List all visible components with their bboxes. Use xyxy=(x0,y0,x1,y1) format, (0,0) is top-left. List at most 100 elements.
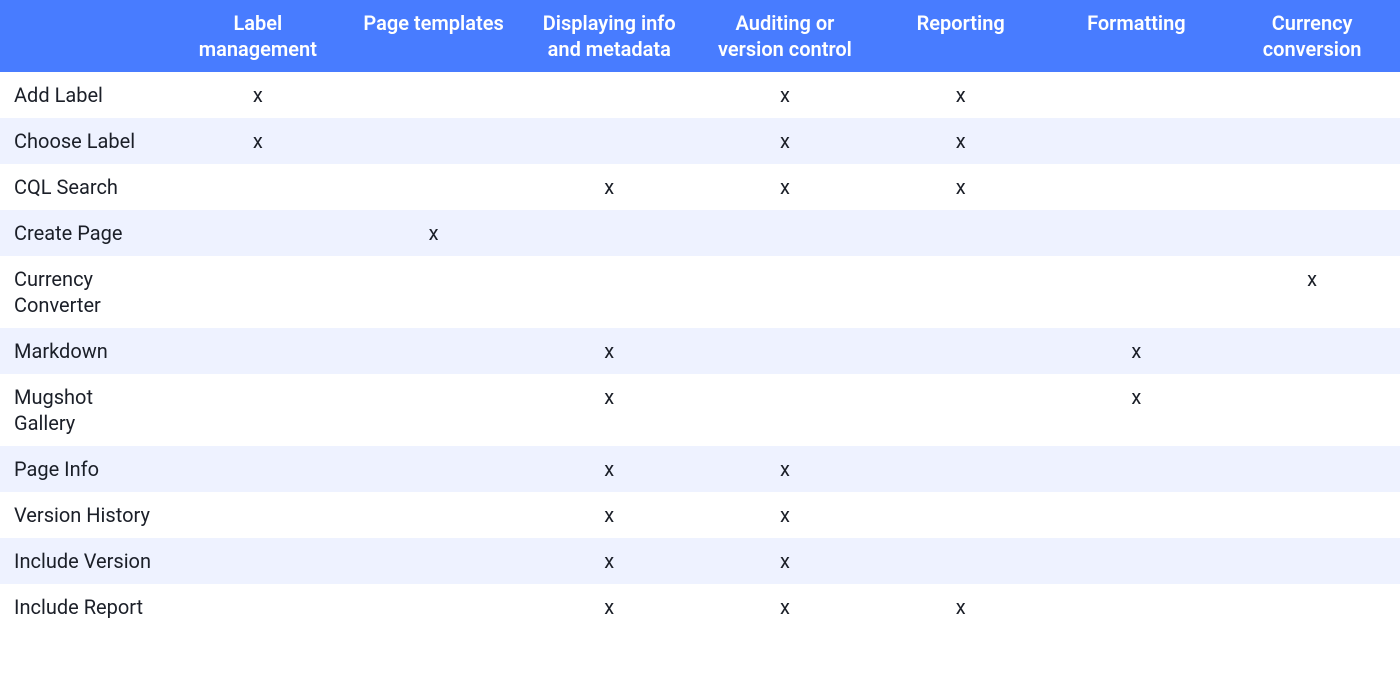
feature-cell xyxy=(1224,118,1400,164)
feature-cell: x xyxy=(170,72,346,118)
feature-cell xyxy=(346,72,522,118)
feature-cell xyxy=(170,492,346,538)
row-label: Include Version xyxy=(0,538,170,584)
column-header-displaying-info: Displaying info and metadata xyxy=(521,0,697,72)
column-header-reporting: Reporting xyxy=(873,0,1049,72)
feature-cell: x xyxy=(697,72,873,118)
table-row: Choose Labelxxx xyxy=(0,118,1400,164)
feature-cell: x xyxy=(873,118,1049,164)
feature-cell: x xyxy=(873,164,1049,210)
feature-cell xyxy=(697,374,873,446)
feature-cell xyxy=(521,118,697,164)
feature-cell xyxy=(521,256,697,328)
feature-cell xyxy=(697,256,873,328)
column-header-empty xyxy=(0,0,170,72)
table-row: Add Labelxxx xyxy=(0,72,1400,118)
feature-cell: x xyxy=(697,492,873,538)
row-label: Create Page xyxy=(0,210,170,256)
feature-cell xyxy=(1049,210,1225,256)
feature-cell xyxy=(1224,492,1400,538)
feature-cell xyxy=(873,374,1049,446)
table-row: Markdownxx xyxy=(0,328,1400,374)
feature-cell xyxy=(1049,446,1225,492)
table-row: Include Version xx xyxy=(0,538,1400,584)
row-label: Currency Converter xyxy=(0,256,170,328)
feature-cell xyxy=(1224,584,1400,630)
feature-cell: x xyxy=(521,492,697,538)
feature-cell: x xyxy=(170,118,346,164)
feature-cell xyxy=(521,72,697,118)
feature-cell xyxy=(1224,72,1400,118)
feature-cell xyxy=(170,538,346,584)
feature-cell xyxy=(1224,374,1400,446)
feature-cell xyxy=(873,446,1049,492)
feature-cell xyxy=(346,256,522,328)
feature-cell xyxy=(697,210,873,256)
table-row: Version History xx xyxy=(0,492,1400,538)
feature-cell xyxy=(170,164,346,210)
feature-cell xyxy=(170,584,346,630)
row-label: Mugshot Gallery xyxy=(0,374,170,446)
table-row: CQL Searchxxx xyxy=(0,164,1400,210)
feature-cell: x xyxy=(1224,256,1400,328)
row-label: Choose Label xyxy=(0,118,170,164)
feature-cell: x xyxy=(521,374,697,446)
feature-cell xyxy=(873,492,1049,538)
feature-cell xyxy=(346,328,522,374)
table-row: Mugshot Gallery x x xyxy=(0,374,1400,446)
feature-cell xyxy=(1224,446,1400,492)
feature-cell: x xyxy=(873,584,1049,630)
feature-cell xyxy=(697,328,873,374)
feature-cell: x xyxy=(1049,328,1225,374)
feature-cell: x xyxy=(521,538,697,584)
feature-cell xyxy=(873,210,1049,256)
feature-cell: x xyxy=(873,72,1049,118)
feature-cell xyxy=(1224,210,1400,256)
feature-cell: x xyxy=(697,584,873,630)
feature-cell: x xyxy=(521,584,697,630)
feature-cell xyxy=(346,492,522,538)
feature-cell: x xyxy=(697,164,873,210)
feature-cell xyxy=(170,446,346,492)
row-label: Page Info xyxy=(0,446,170,492)
feature-cell: x xyxy=(697,446,873,492)
feature-cell xyxy=(1049,492,1225,538)
feature-cell xyxy=(521,210,697,256)
feature-cell xyxy=(170,374,346,446)
feature-cell: x xyxy=(521,446,697,492)
row-label: Add Label xyxy=(0,72,170,118)
feature-cell: x xyxy=(521,164,697,210)
row-label: Version History xyxy=(0,492,170,538)
feature-cell xyxy=(873,538,1049,584)
column-header-label-management: Label management xyxy=(170,0,346,72)
feature-cell xyxy=(170,256,346,328)
feature-cell xyxy=(1049,584,1225,630)
feature-cell xyxy=(346,118,522,164)
row-label: CQL Search xyxy=(0,164,170,210)
feature-cell xyxy=(346,374,522,446)
row-label: Include Report xyxy=(0,584,170,630)
table-row: Page Info xx xyxy=(0,446,1400,492)
feature-cell xyxy=(346,538,522,584)
feature-cell xyxy=(1049,72,1225,118)
feature-cell xyxy=(1049,164,1225,210)
feature-cell: x xyxy=(1049,374,1225,446)
feature-cell: x xyxy=(697,538,873,584)
column-header-auditing-version: Auditing or version control xyxy=(697,0,873,72)
column-header-page-templates: Page templates xyxy=(346,0,522,72)
feature-cell xyxy=(1049,118,1225,164)
table-row: Currency Converter x xyxy=(0,256,1400,328)
feature-cell xyxy=(346,584,522,630)
feature-cell xyxy=(1224,328,1400,374)
feature-cell xyxy=(873,328,1049,374)
feature-cell: x xyxy=(697,118,873,164)
column-header-formatting: Formatting xyxy=(1049,0,1225,72)
feature-cell: x xyxy=(346,210,522,256)
table-body: Add LabelxxxChoose LabelxxxCQL Searchxxx… xyxy=(0,72,1400,630)
table-row: Include Reportxxx xyxy=(0,584,1400,630)
feature-cell xyxy=(1049,256,1225,328)
feature-cell xyxy=(873,256,1049,328)
table-header: Label management Page templates Displayi… xyxy=(0,0,1400,72)
table-row: Create Page x xyxy=(0,210,1400,256)
feature-cell xyxy=(1224,538,1400,584)
